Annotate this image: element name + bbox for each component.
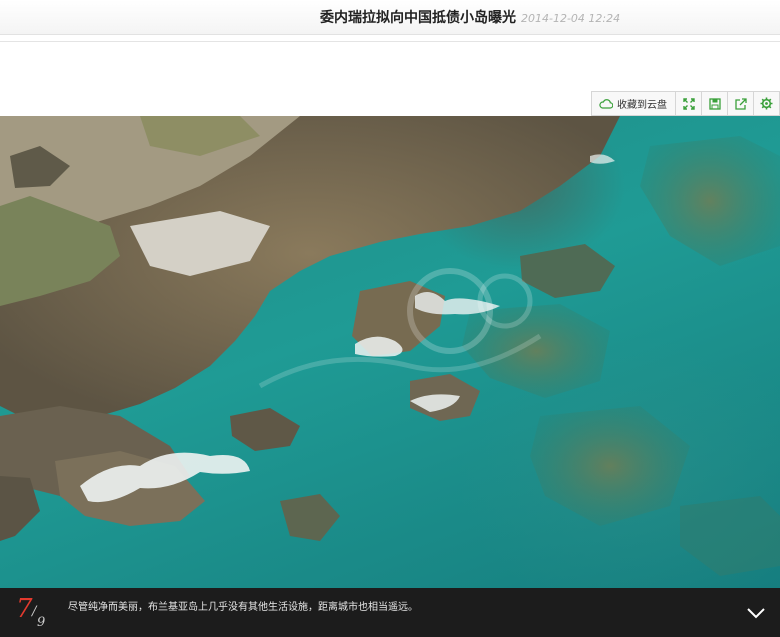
chevron-down-icon — [746, 604, 766, 623]
photo-caption: 尽管纯净而美丽，布兰基亚岛上几乎没有其他生活设施，距离城市也相当遥远。 — [68, 602, 418, 613]
save-to-cloud-label: 收藏到云盘 — [617, 100, 667, 111]
settings-button[interactable] — [754, 92, 780, 115]
page-title: 委内瑞拉拟向中国抵债小岛曝光 — [320, 10, 516, 26]
caption-bar: 7 / 9 尽管纯净而美丽，布兰基亚岛上几乎没有其他生活设施，距离城市也相当遥远… — [0, 588, 780, 637]
photo-toolbar: 收藏到云盘 — [591, 91, 780, 116]
page-header: 委内瑞拉拟向中国抵债小岛曝光 2014-12-04 12:24 — [0, 0, 780, 35]
fullscreen-button[interactable] — [676, 92, 702, 115]
fullscreen-icon — [682, 97, 695, 110]
watermark-logo — [258, 268, 542, 389]
collapse-caption-button[interactable] — [746, 604, 766, 623]
current-photo-number: 7 — [16, 594, 33, 624]
save-button[interactable] — [702, 92, 728, 115]
divider — [0, 41, 780, 42]
publish-date: 2014-12-04 12:24 — [521, 12, 621, 25]
save-icon — [708, 97, 721, 110]
title-group: 委内瑞拉拟向中国抵债小岛曝光 2014-12-04 12:24 — [320, 7, 620, 27]
total-photo-count: 9 — [37, 615, 46, 630]
settings-icon — [760, 97, 773, 110]
share-button[interactable] — [728, 92, 754, 115]
gallery-photo[interactable] — [0, 116, 780, 588]
counter-separator: / — [32, 604, 37, 619]
share-icon — [734, 97, 747, 110]
cloud-icon — [599, 98, 613, 109]
save-to-cloud-button[interactable]: 收藏到云盘 — [592, 92, 676, 115]
